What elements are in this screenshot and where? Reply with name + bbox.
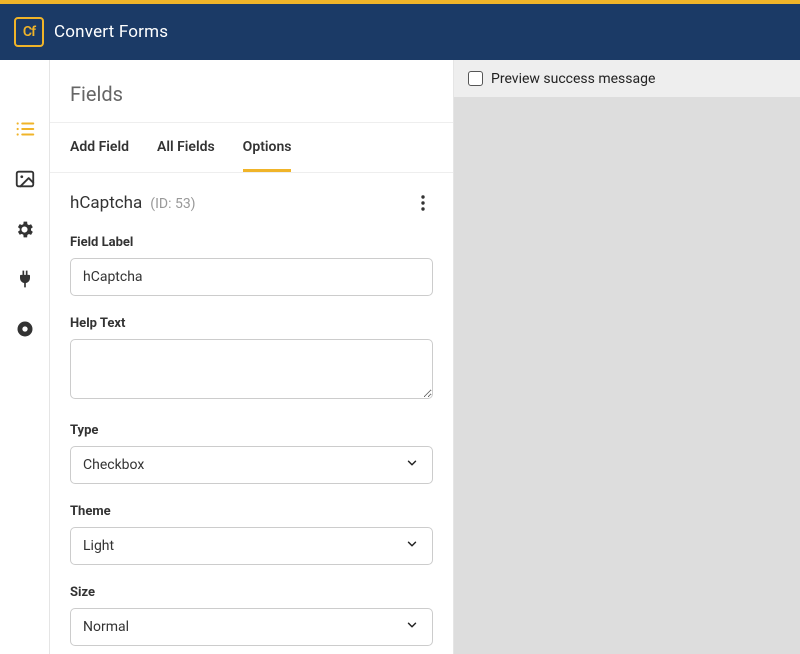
- help-text-input[interactable]: [70, 339, 433, 399]
- preview-success-label: Preview success message: [491, 71, 655, 87]
- submissions-icon[interactable]: [14, 318, 36, 340]
- integrations-icon[interactable]: [14, 268, 36, 290]
- preview-area: Preview success message: [454, 60, 800, 654]
- section-name: hCaptcha: [70, 193, 142, 213]
- fields-icon[interactable]: [14, 118, 36, 140]
- top-bar: Cf Convert Forms: [0, 0, 800, 60]
- preview-success-checkbox[interactable]: [468, 71, 483, 86]
- section-id: (ID: 53): [150, 196, 195, 212]
- tab-options[interactable]: Options: [243, 123, 292, 172]
- tab-all-fields[interactable]: All Fields: [157, 123, 215, 172]
- theme-label: Theme: [70, 504, 433, 519]
- brand-name: Convert Forms: [54, 22, 168, 42]
- type-label: Type: [70, 423, 433, 438]
- help-text-label: Help Text: [70, 316, 433, 331]
- tabs: Add Field All Fields Options: [50, 123, 453, 173]
- settings-icon[interactable]: [14, 218, 36, 240]
- preview-toolbar: Preview success message: [454, 60, 800, 98]
- size-select[interactable]: Normal: [70, 608, 433, 646]
- panel-title: Fields: [50, 60, 453, 123]
- field-actions-menu[interactable]: [413, 193, 433, 213]
- design-icon[interactable]: [14, 168, 36, 190]
- field-label-input[interactable]: [70, 258, 433, 296]
- tab-add-field[interactable]: Add Field: [70, 123, 129, 172]
- field-label-label: Field Label: [70, 235, 433, 250]
- theme-select[interactable]: Light: [70, 527, 433, 565]
- brand-logo: Cf: [14, 17, 44, 47]
- size-label: Size: [70, 585, 433, 600]
- fields-panel: Fields Add Field All Fields Options hCap…: [50, 60, 454, 654]
- type-select[interactable]: Checkbox: [70, 446, 433, 484]
- sidebar-rail: [0, 60, 50, 654]
